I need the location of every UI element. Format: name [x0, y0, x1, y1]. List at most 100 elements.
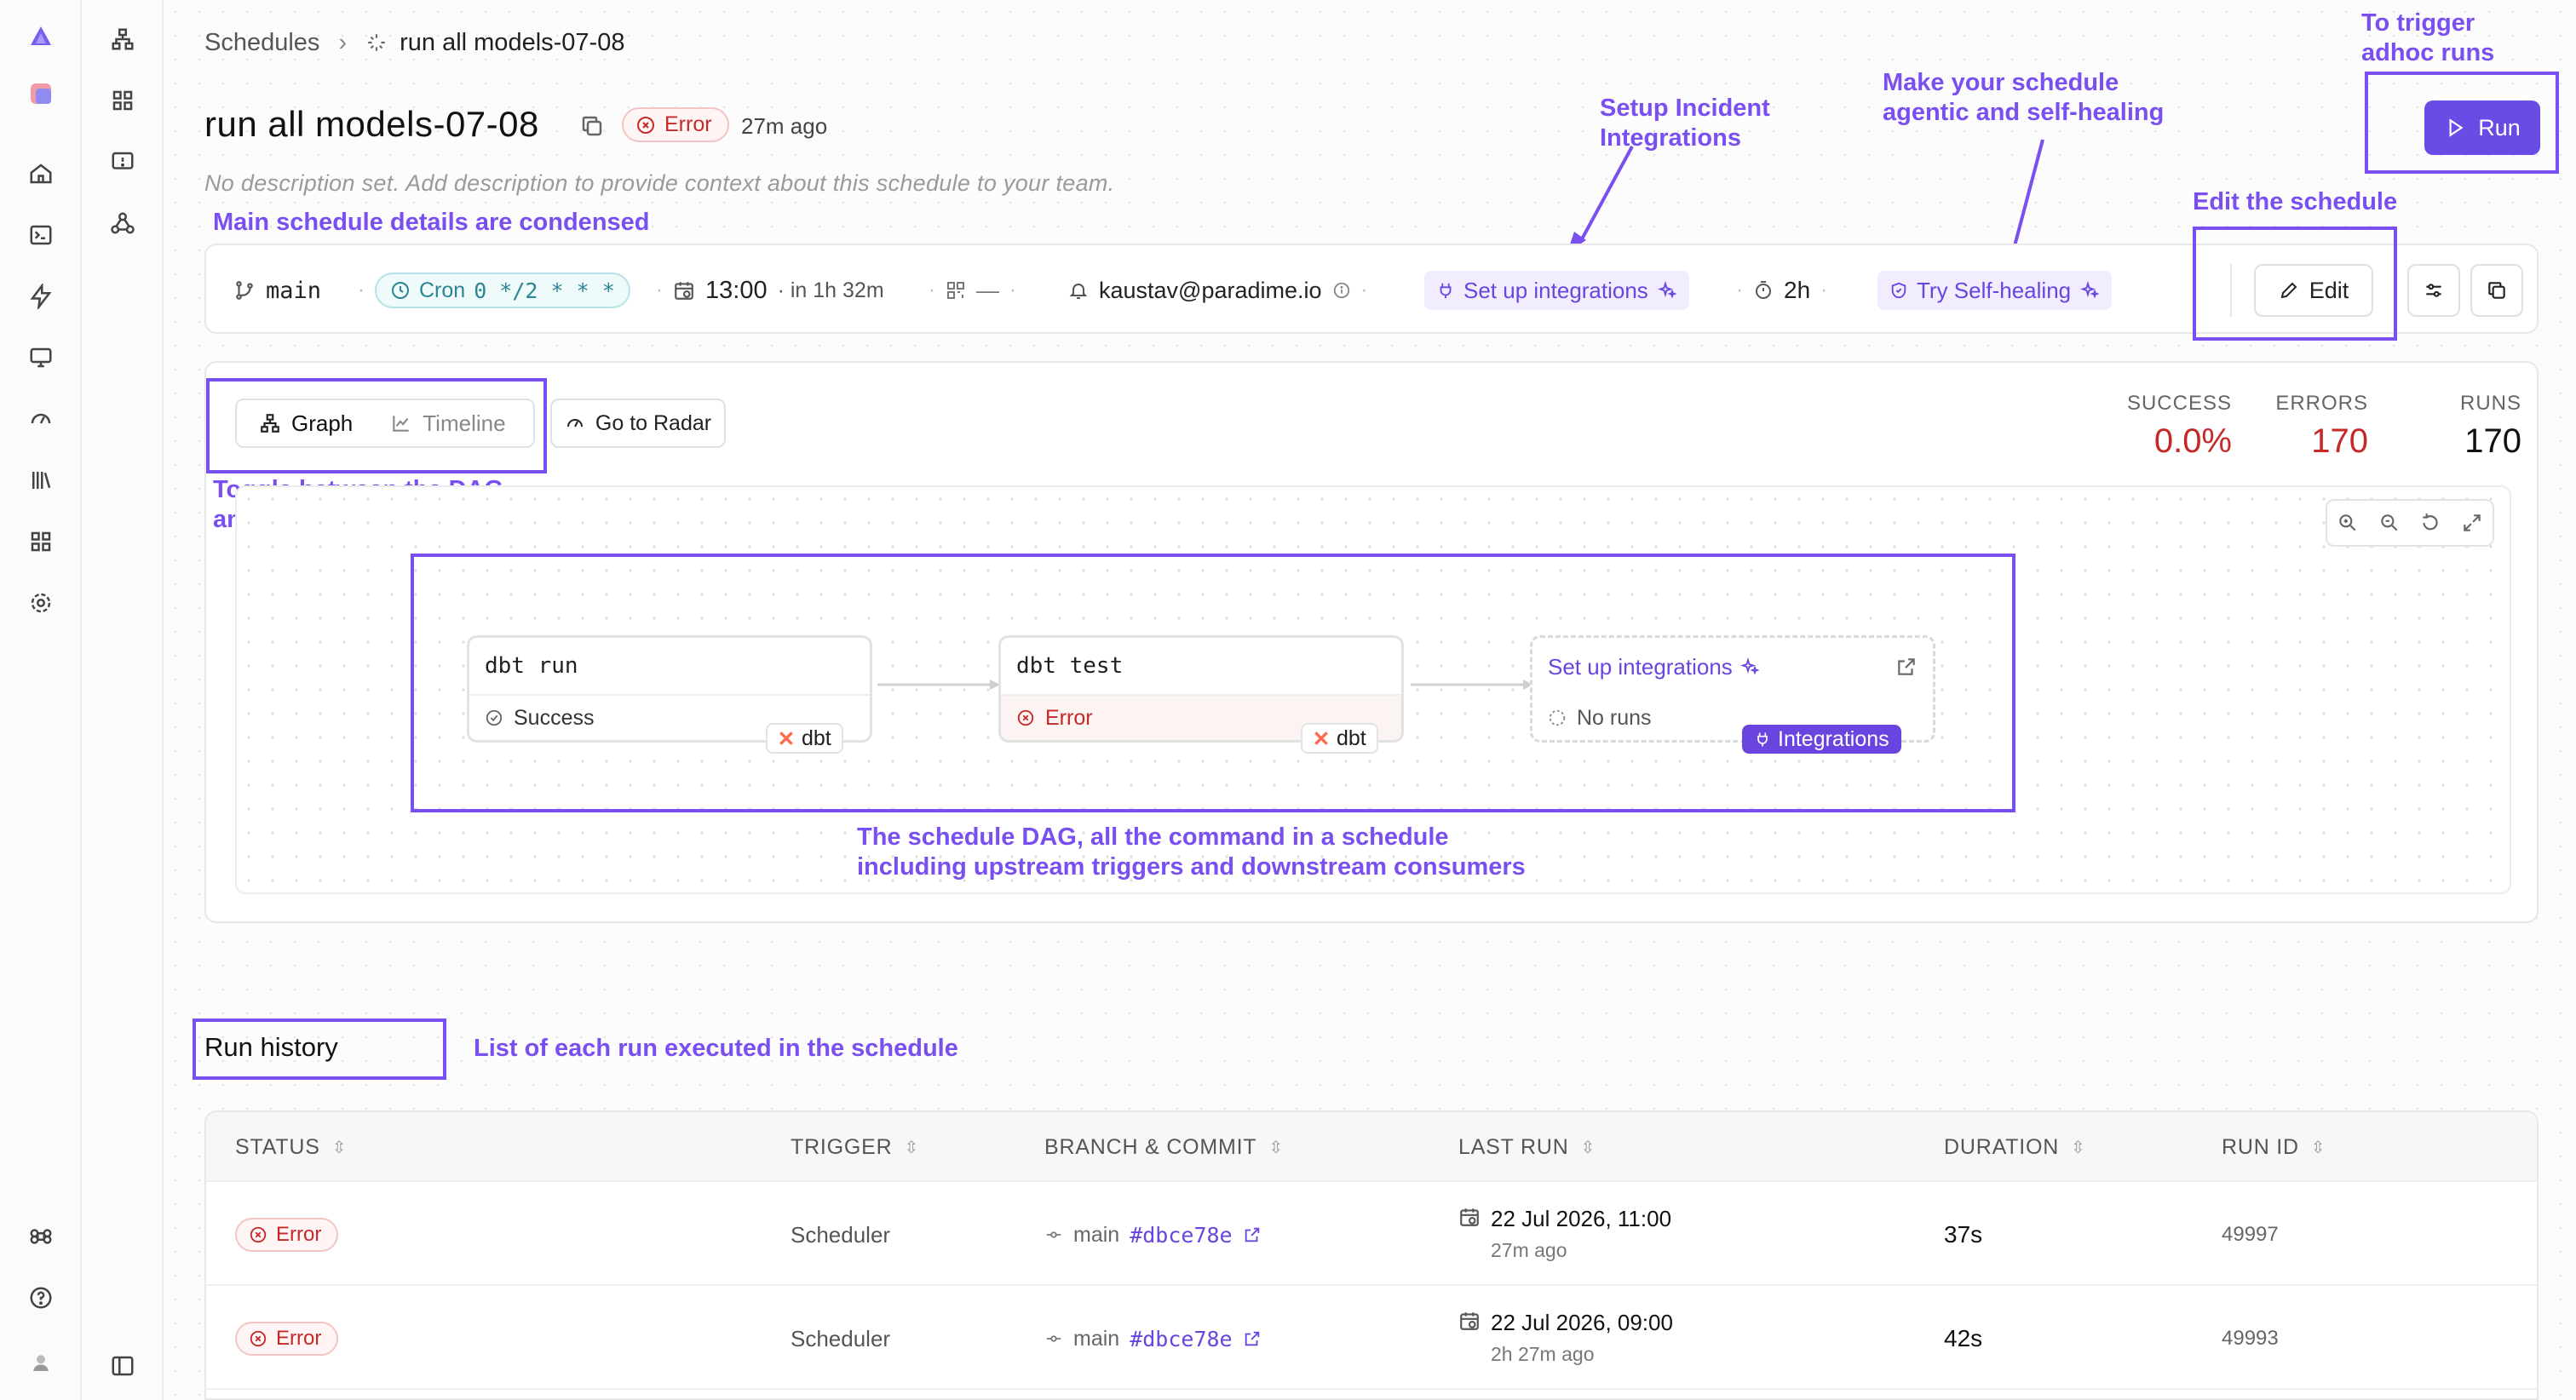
annotation-box-toggle — [206, 378, 547, 473]
copy-icon[interactable] — [579, 113, 605, 139]
sort-icon: ⇳ — [904, 1138, 920, 1157]
home-icon[interactable] — [0, 153, 82, 194]
table-row[interactable]: Error Scheduler main #dbce78e 22 Jul 202… — [206, 1184, 2537, 1286]
help-icon[interactable] — [0, 1277, 82, 1318]
run-button[interactable]: Run — [2424, 100, 2540, 155]
sparkle-loader-icon — [368, 34, 385, 51]
schedule-description[interactable]: No description set. Add description to p… — [204, 170, 1114, 197]
dashboard-grid-icon[interactable] — [82, 80, 164, 121]
gauge-icon[interactable] — [0, 399, 82, 439]
settings-gear-icon[interactable] — [0, 582, 82, 623]
status-badge: Error — [622, 107, 729, 142]
column-duration[interactable]: DURATION ⇳ — [1944, 1112, 2086, 1182]
column-run-id[interactable]: RUN ID ⇳ — [2222, 1112, 2326, 1182]
stat-runs-label: RUNS — [2459, 392, 2521, 415]
separator-dot: · — [1360, 278, 1368, 301]
run-button-label: Run — [2478, 114, 2521, 141]
apps-grid-icon[interactable] — [0, 521, 82, 562]
go-to-radar-label: Go to Radar — [595, 410, 712, 435]
stat-errors-label: ERRORS — [2275, 392, 2368, 415]
dag-nodes-icon[interactable] — [82, 19, 164, 60]
try-self-healing-button[interactable]: Try Self-healing — [1877, 271, 2113, 310]
status-badge-label: Error — [664, 112, 712, 136]
row-last-run-ago: 27m ago — [1491, 1239, 1567, 1261]
timeout-value: 2h — [1784, 277, 1811, 303]
stat-success-value: 0.0% — [2153, 422, 2232, 460]
terminal-icon[interactable] — [0, 215, 82, 255]
separator-dot: · — [358, 278, 365, 301]
git-commit-icon — [1046, 1231, 1061, 1238]
go-to-radar-button[interactable]: Go to Radar — [550, 399, 726, 448]
row-status-cell: Error — [235, 1184, 339, 1286]
column-label: RUN ID — [2222, 1134, 2299, 1159]
library-icon[interactable] — [0, 460, 82, 501]
bolt-icon[interactable] — [0, 276, 82, 317]
column-status[interactable]: STATUS ⇳ — [235, 1112, 347, 1182]
schedule-time-item: · 13:00 · in 1h 32m — [656, 245, 884, 336]
sparkles-icon — [1657, 280, 1677, 299]
sort-icon: ⇳ — [1268, 1138, 1285, 1157]
error-circle-icon — [250, 1330, 267, 1347]
separator-dot: · — [929, 278, 935, 301]
zoom-out-icon[interactable] — [2378, 512, 2401, 534]
reset-view-icon[interactable] — [2419, 512, 2441, 534]
row-last-run-date: 22 Jul 2026, 09:00 — [1491, 1310, 1673, 1335]
cron-pill[interactable]: Cron 0 */2 * * * — [375, 273, 630, 308]
row-run-id: 49997 — [2222, 1223, 2279, 1246]
stat-success-label: SUCCESS — [2126, 392, 2232, 415]
command-icon[interactable] — [0, 1216, 82, 1257]
row-last-run-ago: 2h 27m ago — [1491, 1343, 1595, 1365]
separator-dot: · — [656, 278, 663, 301]
duplicate-icon — [2488, 282, 2505, 299]
sort-icon: ⇳ — [331, 1138, 348, 1157]
setup-integrations-button[interactable]: Set up integrations — [1424, 271, 1689, 310]
breadcrumb: Schedules › run all models-07-08 — [204, 26, 624, 60]
external-link-icon[interactable] — [1243, 1225, 1262, 1244]
duplicate-button[interactable] — [2470, 264, 2523, 317]
calendar-clock-icon — [1460, 1208, 1479, 1226]
webhook-icon[interactable] — [82, 203, 164, 244]
column-label: DURATION — [1944, 1134, 2060, 1159]
expand-icon[interactable] — [2461, 512, 2483, 534]
alert-message-icon[interactable] — [82, 141, 164, 182]
timeout-item: · 2h · — [1736, 245, 1827, 336]
schedule-details-bar: main · Cron 0 */2 * * * · 13:00 · in 1h … — [204, 244, 2539, 334]
app-rail — [0, 0, 82, 1400]
user-avatar-icon[interactable] — [0, 1342, 82, 1383]
column-last-run[interactable]: LAST RUN ⇳ — [1458, 1112, 1596, 1182]
separator-dot: · — [1736, 278, 1743, 301]
monitor-icon[interactable] — [0, 337, 82, 378]
row-last-run: 22 Jul 2026, 09:00 2h 27m ago — [1458, 1288, 1673, 1390]
error-circle-icon — [637, 116, 654, 134]
column-branch-commit[interactable]: BRANCH & COMMIT ⇳ — [1044, 1112, 1284, 1182]
branch-item: main — [233, 245, 321, 336]
zoom-controls — [2326, 499, 2494, 547]
zoom-in-icon[interactable] — [2337, 512, 2359, 534]
workspace-avatar-icon[interactable] — [0, 73, 82, 114]
external-link-icon[interactable] — [1243, 1329, 1262, 1348]
annotation-agentic: Make your schedule agentic and self-heal… — [1883, 69, 2165, 126]
row-last-run-date: 22 Jul 2026, 11:00 — [1491, 1206, 1672, 1231]
timer-icon — [1756, 281, 1771, 299]
sidebar-toggle-icon[interactable] — [82, 1345, 164, 1386]
section-rail — [82, 0, 164, 1400]
clock-icon — [392, 282, 409, 299]
row-status-cell: Error — [235, 1288, 339, 1390]
table-row[interactable]: Error Scheduler main #dbce78e 22 Jul 202… — [206, 1288, 2537, 1390]
row-commit-link[interactable]: #dbce78e — [1130, 1327, 1232, 1351]
breadcrumb-current: run all models-07-08 — [365, 29, 624, 57]
breadcrumb-schedules-link[interactable]: Schedules — [204, 29, 319, 57]
row-commit-link[interactable]: #dbce78e — [1130, 1223, 1232, 1248]
separator-dot: · — [1820, 278, 1828, 301]
column-label: TRIGGER — [791, 1134, 893, 1159]
self-healing-item: Try Self-healing — [1877, 245, 2113, 336]
paradime-logo-icon[interactable] — [0, 15, 82, 56]
column-trigger[interactable]: TRIGGER ⇳ — [791, 1112, 919, 1182]
row-branch: main — [1073, 1326, 1120, 1351]
integrations-item: Set up integrations — [1424, 245, 1689, 336]
stat-runs: RUNS 170 — [2402, 392, 2521, 461]
info-icon[interactable] — [1332, 281, 1351, 300]
schedule-settings-button[interactable] — [2407, 264, 2460, 317]
row-status-label: Error — [276, 1223, 322, 1246]
gauge-icon — [566, 419, 583, 427]
